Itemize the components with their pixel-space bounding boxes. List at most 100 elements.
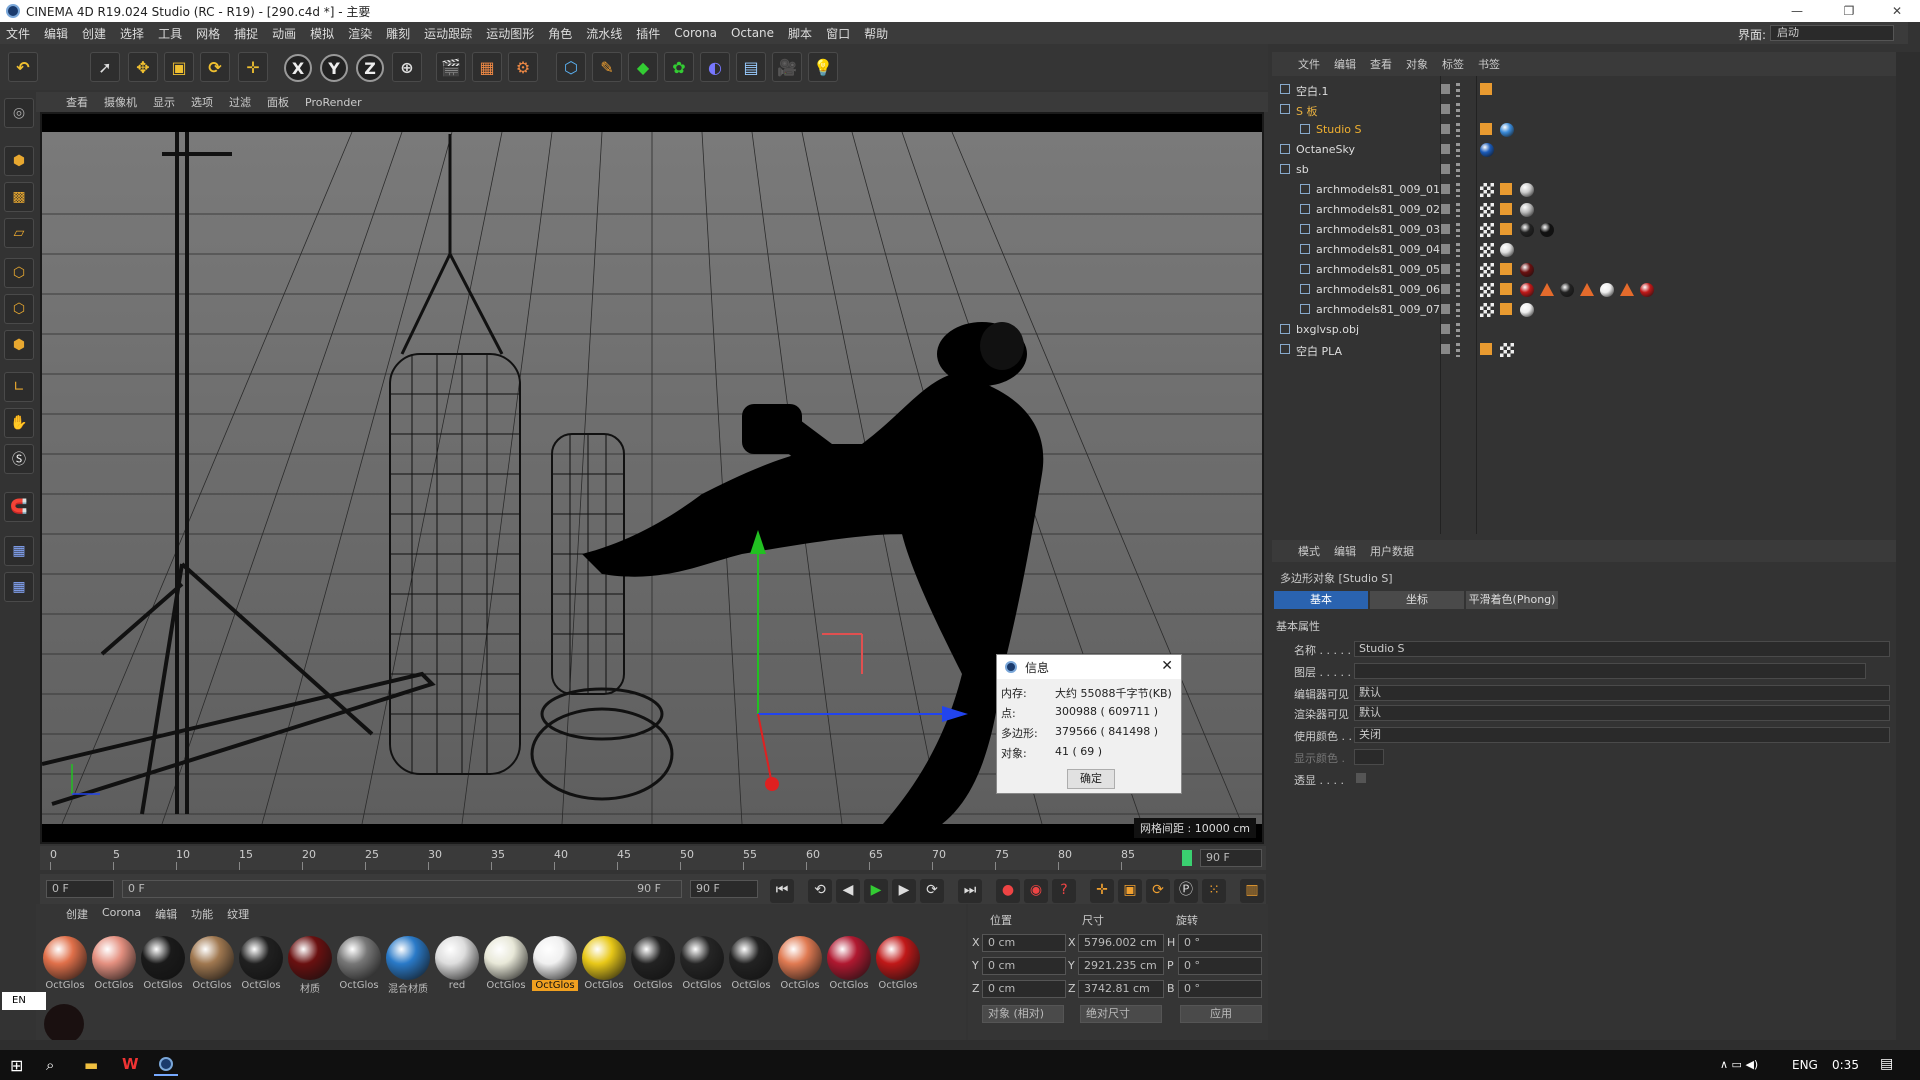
render-picture-viewer-icon[interactable]: ▦	[472, 52, 502, 82]
editor-render-dots-icon[interactable]	[1456, 123, 1460, 137]
position-field[interactable]: 0 cm	[982, 957, 1066, 975]
render-view-icon[interactable]: 🎬	[436, 52, 466, 82]
interface-dropdown[interactable]: 启动	[1770, 25, 1894, 41]
coord-mode-dropdown[interactable]: 对象 (相对)	[982, 1005, 1064, 1023]
editor-render-dots-icon[interactable]	[1456, 183, 1460, 197]
object-row[interactable]: archmodels81_009_07	[1272, 300, 1896, 320]
menu-item[interactable]: 角色	[548, 25, 572, 42]
timeline-ruler[interactable]: 0 5 10 15 20 25 30 35 40 45 50 55 60 65 70 75 80 85	[40, 846, 1266, 870]
visibility-toggle-icon[interactable]	[1440, 124, 1450, 134]
material-swatch[interactable]: OctGlos	[875, 936, 921, 991]
material-tag-icon[interactable]	[1480, 143, 1494, 157]
material-swatch[interactable]: 材质	[287, 936, 333, 995]
dialog-close-icon[interactable]: ✕	[1161, 658, 1173, 674]
attr-display-color-swatch[interactable]	[1354, 749, 1384, 765]
material-swatch[interactable]: OctGlos	[483, 936, 529, 991]
menu-item[interactable]: 捕捉	[234, 25, 258, 42]
object-row[interactable]: archmodels81_009_05	[1272, 260, 1896, 280]
light-icon[interactable]: 💡	[808, 52, 838, 82]
editor-render-dots-icon[interactable]	[1456, 343, 1460, 357]
material-swatch[interactable]: red	[434, 936, 480, 991]
goto-end-icon[interactable]: ⏭	[958, 879, 982, 903]
visibility-toggle-icon[interactable]	[1440, 304, 1450, 314]
material-tag-icon[interactable]	[1500, 243, 1514, 257]
object-row[interactable]: Studio S	[1272, 120, 1896, 140]
material-swatch[interactable]: OctGlos	[581, 936, 627, 991]
menu-item[interactable]: 模拟	[310, 25, 334, 42]
material-menu-item[interactable]: 功能	[191, 906, 213, 922]
object-menu-item[interactable]: 书签	[1478, 56, 1500, 72]
menu-item[interactable]: 工具	[158, 25, 182, 42]
attr-render-visible-dropdown[interactable]: 默认	[1354, 705, 1890, 721]
attr-use-color-dropdown[interactable]: 关闭	[1354, 727, 1890, 743]
editor-render-dots-icon[interactable]	[1456, 143, 1460, 157]
menu-item[interactable]: 编辑	[44, 25, 68, 42]
object-row[interactable]: archmodels81_009_06	[1272, 280, 1896, 300]
rotate-tool-icon[interactable]: ⟳	[200, 52, 230, 82]
phong-tag-icon[interactable]	[1500, 283, 1512, 295]
planar-workplane-icon[interactable]: ▦	[4, 572, 34, 602]
size-field[interactable]: 3742.81 cm	[1078, 980, 1164, 998]
close-window-button[interactable]: ✕	[1874, 0, 1920, 22]
menu-item[interactable]: Corona	[674, 26, 717, 40]
texture-tag-icon[interactable]	[1480, 263, 1494, 277]
texture-tag-icon[interactable]	[1480, 203, 1494, 217]
apply-button[interactable]: 应用	[1180, 1005, 1262, 1023]
material-swatch[interactable]: OctGlos	[238, 936, 284, 991]
material-swatch[interactable]: OctGlos	[91, 936, 137, 991]
subdivision-icon[interactable]: ◆	[628, 52, 658, 82]
position-field[interactable]: 0 cm	[982, 980, 1066, 998]
viewport-menu-item[interactable]: ProRender	[305, 96, 362, 109]
texture-tag-icon[interactable]	[1480, 303, 1494, 317]
material-swatch[interactable]: OctGlos	[679, 936, 725, 991]
object-menu-item[interactable]: 编辑	[1334, 56, 1356, 72]
viewport-menu-item[interactable]: 显示	[153, 94, 175, 110]
object-row[interactable]: sb	[1272, 160, 1896, 180]
goto-start-icon[interactable]: ⏮	[770, 879, 794, 903]
editor-render-dots-icon[interactable]	[1456, 243, 1460, 257]
texture-tag-icon[interactable]	[1480, 283, 1494, 297]
menu-item[interactable]: 窗口	[826, 25, 850, 42]
menu-item[interactable]: 网格	[196, 25, 220, 42]
phong-tag-icon[interactable]	[1500, 303, 1512, 315]
menu-item[interactable]: 运动跟踪	[424, 25, 472, 42]
material-swatch-extra[interactable]	[44, 1004, 84, 1044]
viewport-menu-item[interactable]: 查看	[66, 94, 88, 110]
material-tag-icon[interactable]	[1520, 183, 1534, 197]
material-tag-icon[interactable]	[1520, 223, 1534, 237]
ime-indicator[interactable]: EN	[2, 992, 46, 1010]
notification-icon[interactable]: ▤	[1880, 1056, 1893, 1072]
key-position-icon[interactable]: ✛	[1090, 879, 1114, 903]
editor-render-dots-icon[interactable]	[1456, 323, 1460, 337]
wps-icon[interactable]: W	[122, 1055, 139, 1073]
object-row[interactable]: archmodels81_009_03	[1272, 220, 1896, 240]
tray-icons[interactable]: ∧ ▭ ◀)	[1720, 1058, 1758, 1071]
attr-menu-item[interactable]: 用户数据	[1370, 543, 1414, 559]
snap-icon[interactable]: 🧲	[4, 492, 34, 522]
dialog-ok-button[interactable]: 确定	[1067, 769, 1115, 789]
editor-render-dots-icon[interactable]	[1456, 83, 1460, 97]
material-menu-item[interactable]: 创建	[66, 906, 88, 922]
menu-item[interactable]: 文件	[6, 25, 30, 42]
material-tag-icon[interactable]	[1560, 283, 1574, 297]
size-mode-dropdown[interactable]: 绝对尺寸	[1080, 1005, 1162, 1023]
next-frame-icon[interactable]: ▶	[892, 879, 916, 903]
material-swatch[interactable]: OctGlos	[728, 936, 774, 991]
make-editable-icon[interactable]: ◎	[4, 98, 34, 128]
object-menu-item[interactable]: 查看	[1370, 56, 1392, 72]
visibility-toggle-icon[interactable]	[1440, 244, 1450, 254]
material-tag-icon[interactable]	[1520, 303, 1534, 317]
tab-phong[interactable]: 平滑着色(Phong)	[1466, 591, 1558, 609]
material-menu-item[interactable]: Corona	[102, 906, 141, 922]
keyframe-selection-icon[interactable]: ?	[1052, 879, 1076, 903]
material-swatch[interactable]: OctGlos	[777, 936, 823, 991]
record-keys-icon[interactable]: ●	[996, 879, 1020, 903]
workplane-mode-icon[interactable]: ▱	[4, 218, 34, 248]
material-swatch[interactable]: OctGlos	[336, 936, 382, 991]
rotation-field[interactable]: 0 °	[1178, 934, 1262, 952]
tab-coordinates[interactable]: 坐标	[1370, 591, 1464, 609]
visibility-toggle-icon[interactable]	[1440, 224, 1450, 234]
attr-name-field[interactable]: Studio S	[1354, 641, 1890, 657]
select-tool-icon[interactable]: ➚	[90, 52, 120, 82]
cloner-icon[interactable]: ✿	[664, 52, 694, 82]
